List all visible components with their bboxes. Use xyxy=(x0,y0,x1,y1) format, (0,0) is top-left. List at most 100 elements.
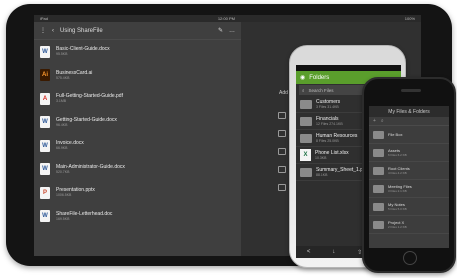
word-file-icon: W xyxy=(40,45,50,58)
app-logo-icon: ◉ xyxy=(300,75,306,81)
android-item-meta: 8 Files 25.0KB xyxy=(316,138,339,143)
android-item-info: Summary_Sheet_1.p 88.1KB xyxy=(316,167,363,178)
add-icon[interactable]: + xyxy=(373,118,376,124)
iphone-header-title: My Files & Folders xyxy=(388,108,430,115)
folder-icon xyxy=(373,148,384,157)
android-item-info: Phone List.xlsx 10.3KB xyxy=(315,150,349,161)
file-size: 3.1MB xyxy=(56,99,67,104)
file-info: Presentation.pptx 1006.5KB xyxy=(56,187,95,198)
back-icon[interactable]: < xyxy=(307,249,311,255)
file-row[interactable]: W Main-Administrator-Guide.docx 520.7KB xyxy=(40,158,235,182)
folder-icon xyxy=(300,133,312,143)
file-size: 96.4KB xyxy=(56,122,68,127)
android-item-name: Financials xyxy=(316,115,339,122)
folder-icon xyxy=(300,99,312,109)
add-item-icon xyxy=(278,130,286,137)
android-item-meta: 12 Files 274.1KB xyxy=(316,121,343,126)
folder-icon xyxy=(373,166,384,175)
file-info: Invoice.docx 66.9KB xyxy=(56,140,84,151)
file-row[interactable]: W Invoice.docx 66.9KB xyxy=(40,134,235,158)
file-row[interactable]: W Basic-Client-Guide.docx 95.5KB xyxy=(40,40,235,64)
file-row[interactable]: P Presentation.pptx 1006.5KB xyxy=(40,181,235,205)
iphone-list-item[interactable]: My Notes 5 Files 5.0 KB xyxy=(369,198,449,216)
file-list: W Basic-Client-Guide.docx 95.5KB Ai Busi… xyxy=(34,40,241,228)
search-placeholder: Search Files xyxy=(308,87,334,93)
tablet-status-bar: iPad 12:00 PM 100% xyxy=(34,15,421,22)
android-item-meta: 3 Files 31.4KB xyxy=(316,104,339,109)
iphone-item-meta: 2 Files 1.2 KB xyxy=(388,225,407,229)
folder-icon xyxy=(373,184,384,193)
download-icon[interactable]: ↓ xyxy=(332,249,335,255)
iphone-list-item[interactable]: File Box xyxy=(369,126,449,144)
excel-file-icon: X xyxy=(300,149,311,161)
iphone-item-info: Meeting Files 3 Files 2.1 KB xyxy=(388,184,412,193)
file-info: ShareFile-Letterhead.doc 169.5KB xyxy=(56,211,112,222)
android-item-meta: 88.1KB xyxy=(316,172,328,177)
iphone-header: My Files & Folders xyxy=(369,106,449,117)
iphone-folder-list: File Box Assets 6 Files 6.2 KB Root Clie… xyxy=(369,126,449,234)
iphone-item-meta: 6 Files 6.2 KB xyxy=(388,153,407,157)
file-list-pane: ⋮ ‹ Using ShareFile ✎ … W Basic-Client-G… xyxy=(34,22,241,256)
iphone-list-item[interactable]: Project X 2 Files 1.2 KB xyxy=(369,216,449,234)
iphone-item-meta: 4 Files 4.2 KB xyxy=(388,171,407,175)
folder-icon xyxy=(300,167,312,177)
file-name: BusinessCard.ai xyxy=(56,69,93,76)
iphone-item-info: My Notes 5 Files 5.0 KB xyxy=(388,202,407,211)
android-item-info: Human Resources 8 Files 25.0KB xyxy=(316,133,357,144)
file-name: ShareFile-Letterhead.doc xyxy=(56,210,113,217)
iphone-list-item[interactable]: Assets 6 Files 6.2 KB xyxy=(369,144,449,162)
menu-icon[interactable]: ⋮ xyxy=(40,27,46,34)
iphone-item-info: File Box xyxy=(388,132,402,137)
file-row[interactable]: Ai BusinessCard.ai 575.4KB xyxy=(40,64,235,88)
ai-file-icon: Ai xyxy=(40,69,50,82)
add-item-icon xyxy=(278,112,286,119)
file-info: Basic-Client-Guide.docx 95.5KB xyxy=(56,46,110,57)
iphone-item-meta: 3 Files 2.1 KB xyxy=(388,189,407,193)
status-time: 12:00 PM xyxy=(217,16,235,21)
iphone-list-item[interactable]: Root Clients 4 Files 4.2 KB xyxy=(369,162,449,180)
android-item-name: Phone List.xlsx xyxy=(315,149,349,156)
android-item-meta: 10.3KB xyxy=(315,155,327,160)
file-name: Getting-Started-Guide.docx xyxy=(56,116,117,123)
add-item-icon xyxy=(278,166,286,173)
folder-icon xyxy=(373,202,384,211)
back-icon[interactable]: ‹ xyxy=(52,28,54,34)
word-file-icon: W xyxy=(40,210,50,223)
word-file-icon: W xyxy=(40,163,50,176)
word-file-icon: W xyxy=(40,116,50,129)
iphone-item-info: Project X 2 Files 1.2 KB xyxy=(388,220,407,229)
android-item-info: Financials 12 Files 274.1KB xyxy=(316,116,343,127)
android-item-name: Summary_Sheet_1.p xyxy=(316,166,363,173)
add-item-icon xyxy=(278,148,286,155)
iphone-speaker xyxy=(401,89,421,92)
home-button[interactable] xyxy=(403,251,417,265)
iphone-list-item[interactable]: Meeting Files 3 Files 2.1 KB xyxy=(369,180,449,198)
file-size: 1006.5KB xyxy=(56,193,72,198)
folder-title: Using ShareFile xyxy=(60,27,103,34)
search-icon: ⌕ xyxy=(302,87,305,93)
folder-icon xyxy=(373,130,384,139)
search-icon[interactable]: ⌕ xyxy=(381,118,384,124)
file-info: Main-Administrator-Guide.docx 520.7KB xyxy=(56,164,125,175)
edit-icon[interactable]: ✎ xyxy=(218,27,223,34)
word-file-icon: W xyxy=(40,139,50,152)
file-size: 95.5KB xyxy=(56,52,68,57)
iphone-device: My Files & Folders + ⌕ File Box Assets 6… xyxy=(362,77,456,273)
iphone-item-name: File Box xyxy=(388,132,403,137)
file-size: 520.7KB xyxy=(56,169,70,174)
android-header-title: Folders xyxy=(309,74,330,81)
add-item-icon xyxy=(278,184,286,191)
file-name: Main-Administrator-Guide.docx xyxy=(56,163,125,170)
status-battery: 100% xyxy=(404,16,415,21)
file-info: BusinessCard.ai 575.4KB xyxy=(56,70,92,81)
more-icon[interactable]: … xyxy=(229,28,235,34)
iphone-toolbar: + ⌕ xyxy=(369,117,449,126)
file-size: 169.5KB xyxy=(56,216,70,221)
file-info: Getting-Started-Guide.docx 96.4KB xyxy=(56,117,117,128)
file-row[interactable]: A Full-Getting-Started-Guide.pdf 3.1MB xyxy=(40,87,235,111)
file-row[interactable]: W ShareFile-Letterhead.doc 169.5KB xyxy=(40,205,235,229)
folder-icon xyxy=(300,116,312,126)
iphone-item-meta: 5 Files 5.0 KB xyxy=(388,207,407,211)
file-row[interactable]: W Getting-Started-Guide.docx 96.4KB xyxy=(40,111,235,135)
file-info: Full-Getting-Started-Guide.pdf 3.1MB xyxy=(56,93,123,104)
